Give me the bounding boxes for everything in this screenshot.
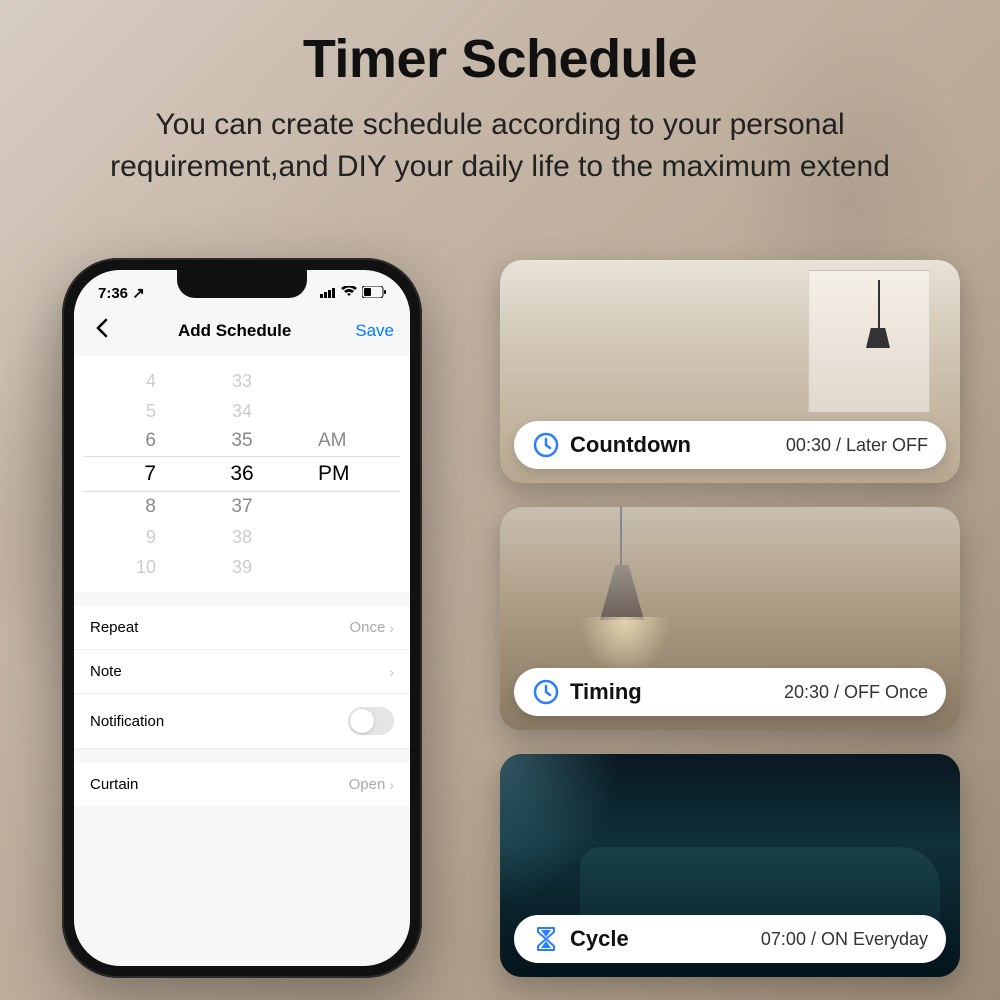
phone-mockup: 7:36 ↗ Add Schedule Save <box>62 258 422 978</box>
status-time: 7:36 ↗ <box>98 284 145 302</box>
row-repeat[interactable]: Repeat Once › <box>74 606 410 650</box>
save-button[interactable]: Save <box>355 321 394 341</box>
picker-row[interactable]: 534 <box>74 396 410 426</box>
card-title: Timing <box>570 679 642 705</box>
clock-icon <box>532 678 560 706</box>
picker-row[interactable]: 635AM <box>74 426 410 456</box>
battery-icon <box>362 285 386 302</box>
row-note[interactable]: Note › <box>74 650 410 694</box>
picker-row[interactable]: 1039 <box>74 552 410 582</box>
picker-row[interactable]: 938 <box>74 522 410 552</box>
card-cycle[interactable]: Cycle 07:00 / ON Everyday <box>500 754 960 977</box>
hourglass-icon <box>532 925 560 953</box>
row-curtain[interactable]: Curtain Open › <box>74 763 410 806</box>
row-repeat-label: Repeat <box>90 619 138 636</box>
row-note-label: Note <box>90 663 122 680</box>
notification-toggle[interactable] <box>348 707 394 735</box>
signal-icon <box>320 285 336 302</box>
clock-icon <box>532 431 560 459</box>
nav-title: Add Schedule <box>178 321 291 341</box>
card-value: 20:30 / OFF Once <box>784 682 928 703</box>
nav-bar: Add Schedule Save <box>74 306 410 356</box>
page-title: Timer Schedule <box>40 28 960 90</box>
card-value: 07:00 / ON Everyday <box>761 929 928 950</box>
card-value: 00:30 / Later OFF <box>786 435 928 456</box>
time-picker[interactable]: 433534635AM736PM8379381039 <box>74 356 410 592</box>
chevron-right-icon: › <box>389 777 394 793</box>
row-curtain-value: Open <box>349 776 386 793</box>
back-button[interactable] <box>90 314 114 348</box>
picker-row[interactable]: 736PM <box>74 456 410 492</box>
row-curtain-label: Curtain <box>90 776 138 793</box>
cards-column: Countdown 00:30 / Later OFF Timing 20:30… <box>500 260 960 977</box>
card-title: Cycle <box>570 926 629 952</box>
card-timing[interactable]: Timing 20:30 / OFF Once <box>500 507 960 730</box>
card-title: Countdown <box>570 432 691 458</box>
card-countdown[interactable]: Countdown 00:30 / Later OFF <box>500 260 960 483</box>
phone-notch <box>177 270 307 298</box>
wifi-icon <box>341 285 357 302</box>
picker-row[interactable]: 433 <box>74 366 410 396</box>
page-subtitle: You can create schedule according to you… <box>50 104 950 188</box>
row-notification[interactable]: Notification <box>74 694 410 749</box>
chevron-right-icon: › <box>389 664 394 680</box>
row-notification-label: Notification <box>90 713 164 730</box>
chevron-right-icon: › <box>389 620 394 636</box>
row-repeat-value: Once <box>349 619 385 636</box>
picker-row[interactable]: 837 <box>74 492 410 522</box>
